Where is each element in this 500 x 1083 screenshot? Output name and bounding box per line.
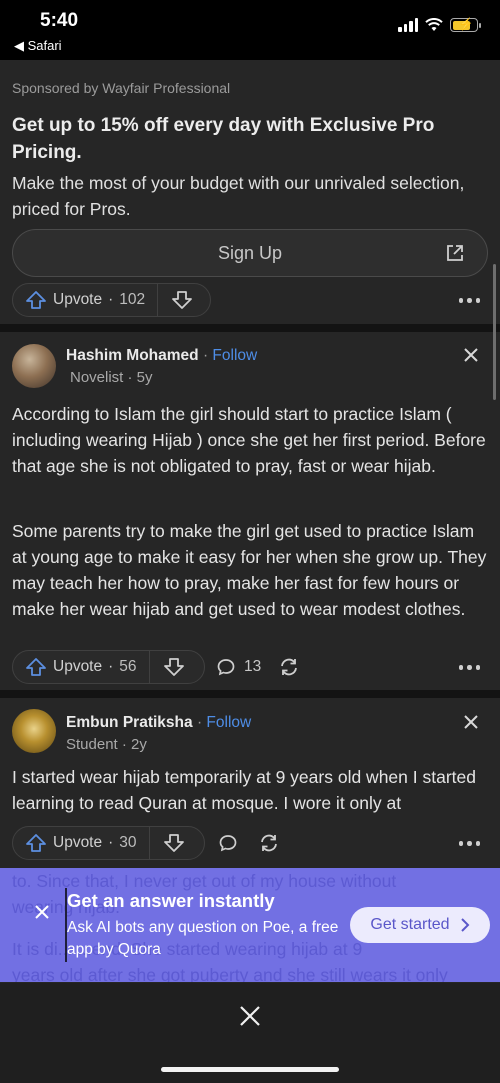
comment-count: 13 [244, 658, 262, 675]
upvote-label: Upvote [53, 834, 103, 851]
more-options-button[interactable] [458, 665, 480, 670]
separator-dot: · [108, 834, 114, 851]
close-icon[interactable] [462, 713, 480, 731]
follow-button[interactable]: Follow [206, 714, 251, 731]
battery-charging-icon: ⚡ [450, 17, 481, 32]
get-started-button[interactable]: Get started [350, 907, 490, 943]
author-line: Embun Pratiksha · Follow [66, 714, 252, 731]
upvote-button[interactable]: Upvote · 56 [13, 651, 150, 683]
answer-paragraph[interactable]: According to Islam the girl should start… [12, 401, 490, 479]
close-icon[interactable] [239, 1005, 261, 1027]
upvote-arrow-icon [26, 658, 46, 676]
share-icon[interactable] [258, 833, 280, 853]
back-to-safari-link[interactable]: ◀ Safari [14, 38, 62, 54]
get-started-label: Get started [370, 916, 450, 933]
author-line: Hashim Mohamed · Follow [66, 347, 258, 364]
upvote-count: 56 [119, 658, 137, 675]
chevron-right-icon [460, 918, 469, 932]
upvote-button[interactable]: Upvote · 30 [13, 827, 150, 859]
downvote-button[interactable] [150, 651, 198, 683]
downvote-arrow-icon [172, 291, 193, 309]
obscured-answer-text: years old after she got puberty and she … [12, 965, 448, 982]
scrollbar-thumb[interactable] [493, 264, 496, 400]
downvote-arrow-icon [163, 658, 184, 676]
banner-body: Ask AI bots any question on Poe, a free … [67, 919, 339, 958]
author-name[interactable]: Embun Pratiksha [66, 714, 193, 731]
answer-paragraph[interactable]: Some parents try to make the girl get us… [12, 518, 490, 622]
comment-icon [217, 659, 235, 676]
home-indicator[interactable] [161, 1067, 339, 1072]
sign-up-button[interactable]: Sign Up [12, 229, 488, 277]
close-icon[interactable] [462, 346, 480, 364]
author-credential: Student · 2y [66, 736, 147, 753]
author-credential: Novelist · 5y [70, 369, 153, 386]
avatar[interactable] [12, 344, 56, 388]
sponsored-ad-card: Sponsored by Wayfair Professional Get up… [0, 60, 500, 324]
ad-vote-group: Upvote · 102 [12, 283, 211, 317]
cellular-signal-icon [398, 18, 418, 32]
downvote-button[interactable] [150, 827, 198, 859]
status-bar: 5:40 ◀ Safari ⚡ [0, 0, 500, 60]
upvote-count: 30 [119, 834, 137, 851]
comment-icon[interactable] [218, 833, 238, 853]
status-icons: ⚡ [398, 17, 481, 32]
sign-up-label: Sign Up [217, 243, 283, 263]
ad-title[interactable]: Get up to 15% off every day with Exclusi… [12, 112, 482, 166]
sponsor-label: Sponsored by Wayfair Professional [12, 80, 231, 96]
close-banner-icon[interactable] [34, 904, 50, 920]
upvote-button[interactable]: Upvote · 102 [13, 284, 159, 316]
separator-dot: · [108, 291, 114, 308]
avatar[interactable] [12, 709, 56, 753]
upvote-arrow-icon [26, 834, 46, 852]
separator-dot: · [108, 658, 114, 675]
answer-vote-group: Upvote · 30 [12, 826, 205, 860]
share-icon[interactable] [278, 657, 300, 677]
upvote-arrow-icon [26, 291, 46, 309]
comment-button[interactable]: 13 [216, 657, 261, 677]
answer-vote-group: Upvote · 56 [12, 650, 205, 684]
downvote-arrow-icon [163, 834, 184, 852]
upvote-count: 102 [119, 291, 146, 308]
feed[interactable]: Sponsored by Wayfair Professional Get up… [0, 60, 500, 1003]
status-time: 5:40 [40, 10, 79, 31]
more-options-button[interactable] [458, 841, 480, 846]
answer-card: Hashim Mohamed · Follow Novelist · 5y Ac… [0, 332, 500, 690]
downvote-button[interactable] [158, 284, 206, 316]
upvote-label: Upvote [53, 291, 103, 308]
ad-body: Make the most of your budget with our un… [12, 173, 465, 219]
answer-paragraph[interactable]: I started wear hijab temporarily at 9 ye… [12, 764, 490, 816]
banner-title: Get an answer instantly [67, 890, 275, 911]
wifi-icon [425, 18, 443, 31]
more-options-button[interactable] [458, 298, 480, 303]
follow-button[interactable]: Follow [212, 347, 257, 364]
author-name[interactable]: Hashim Mohamed [66, 347, 199, 364]
upvote-label: Upvote [53, 658, 103, 675]
external-link-icon [447, 245, 463, 261]
